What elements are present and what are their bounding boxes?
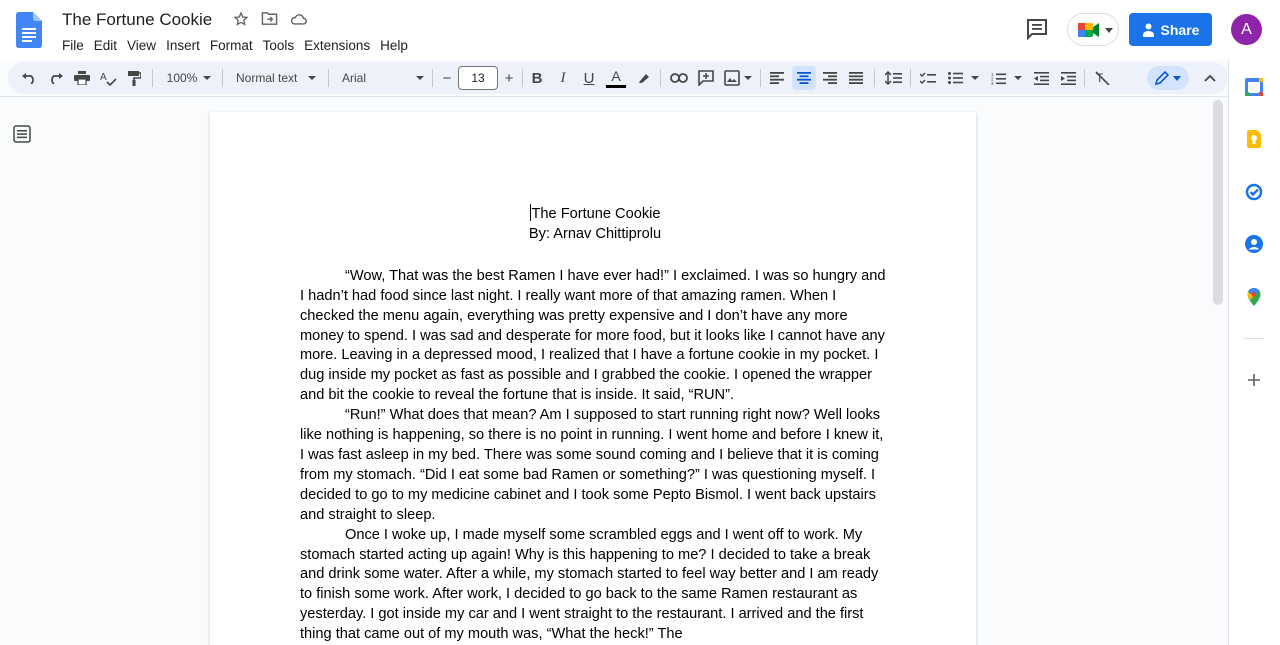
clear-formatting-icon[interactable]: T	[1091, 66, 1113, 90]
menu-format[interactable]: Format	[205, 37, 258, 55]
paragraph: “Wow, That was the best Ramen I have eve…	[300, 267, 886, 404]
chevron-down-icon	[970, 76, 979, 80]
meet-button[interactable]	[1067, 13, 1119, 46]
text-color-icon[interactable]: A	[604, 66, 628, 90]
paragraph-style-select[interactable]: Normal text	[230, 66, 322, 90]
cloud-saved-icon[interactable]	[290, 10, 307, 27]
share-button[interactable]: Share	[1129, 13, 1212, 46]
toolbar-bottom-border	[0, 96, 1228, 97]
contacts-icon[interactable]	[1245, 235, 1263, 253]
svg-text:3: 3	[991, 81, 994, 85]
document-outline-icon[interactable]	[13, 125, 31, 143]
decrease-indent-icon[interactable]	[1030, 66, 1052, 90]
menu-bar: File Edit View Insert Format Tools Exten…	[62, 37, 413, 55]
chevron-down-icon	[416, 76, 424, 80]
maps-icon[interactable]	[1245, 288, 1263, 306]
side-panel-divider	[1244, 338, 1264, 339]
justify-icon[interactable]	[845, 66, 867, 90]
menu-help[interactable]: Help	[375, 37, 413, 55]
svg-text:A: A	[100, 72, 107, 83]
chevron-down-icon	[1013, 76, 1022, 80]
paint-format-icon[interactable]	[123, 66, 145, 90]
text-cursor	[529, 204, 531, 221]
underline-icon[interactable]: U	[578, 66, 600, 90]
docs-logo-icon[interactable]	[16, 12, 42, 48]
align-left-icon[interactable]	[766, 66, 788, 90]
vertical-scrollbar[interactable]	[1213, 100, 1223, 305]
zoom-select[interactable]: 100%	[160, 66, 218, 90]
numbered-list-icon[interactable]: 123	[988, 66, 1024, 90]
account-avatar[interactable]: A	[1231, 14, 1262, 45]
menu-insert[interactable]: Insert	[161, 37, 205, 55]
chevron-down-icon	[744, 76, 752, 80]
chevron-down-icon	[308, 76, 316, 80]
move-folder-icon[interactable]	[261, 10, 278, 27]
toolbar-divider	[152, 69, 153, 87]
menu-extensions[interactable]: Extensions	[299, 37, 375, 55]
menu-edit[interactable]: Edit	[89, 37, 122, 55]
link-icon[interactable]	[668, 66, 690, 90]
toolbar-divider	[910, 69, 911, 87]
checklist-icon[interactable]	[917, 66, 939, 90]
toolbar-divider	[874, 69, 875, 87]
toolbar-divider	[222, 69, 223, 87]
document-title[interactable]: The Fortune Cookie	[62, 10, 212, 30]
story-author: By: Arnav Chittiprolu	[528, 225, 662, 242]
story-title: The Fortune Cookie	[529, 204, 661, 222]
toolbar-divider	[760, 69, 761, 87]
person-add-icon	[1142, 23, 1154, 37]
toolbar-divider	[1084, 69, 1085, 87]
italic-icon[interactable]: I	[552, 66, 574, 90]
decrease-font-size-button[interactable]: −	[437, 66, 457, 90]
font-size-input[interactable]: 13	[458, 66, 498, 90]
document-body[interactable]: The Fortune Cookie By: Arnav Chittiprolu…	[300, 204, 890, 645]
add-comment-icon[interactable]	[695, 66, 717, 90]
print-icon[interactable]	[71, 66, 93, 90]
spellcheck-icon[interactable]: A	[97, 66, 119, 90]
toolbar-divider	[432, 69, 433, 87]
keep-icon[interactable]	[1245, 130, 1263, 148]
font-select[interactable]: Arial	[336, 66, 430, 90]
align-right-icon[interactable]	[819, 66, 841, 90]
menu-file[interactable]: File	[62, 37, 89, 55]
redo-icon[interactable]	[45, 66, 67, 90]
highlight-icon[interactable]	[633, 66, 655, 90]
undo-icon[interactable]	[18, 66, 40, 90]
star-icon[interactable]	[232, 10, 249, 27]
tasks-icon[interactable]	[1245, 183, 1263, 201]
chevron-down-icon	[1105, 28, 1113, 33]
increase-font-size-button[interactable]: +	[499, 66, 519, 90]
document-page[interactable]: The Fortune Cookie By: Arnav Chittiprolu…	[210, 112, 976, 645]
calendar-icon[interactable]	[1245, 78, 1263, 96]
editing-mode-button[interactable]	[1147, 66, 1189, 90]
toolbar-divider	[328, 69, 329, 87]
toolbar-divider	[660, 69, 661, 87]
line-spacing-icon[interactable]	[882, 66, 904, 90]
chevron-up-icon[interactable]	[1199, 66, 1221, 90]
meet-icon	[1078, 23, 1099, 37]
menu-tools[interactable]: Tools	[258, 37, 300, 55]
chevron-down-icon	[1173, 75, 1181, 81]
increase-indent-icon[interactable]	[1057, 66, 1079, 90]
paragraph: Once I woke up, I made myself some scram…	[300, 526, 879, 643]
insert-image-icon[interactable]	[721, 66, 755, 90]
align-center-icon[interactable]	[792, 66, 816, 90]
google-docs-window: The Fortune Cookie File Edit View Insert…	[0, 0, 1280, 645]
menu-view[interactable]: View	[122, 37, 161, 55]
title-bar: The Fortune Cookie File Edit View Insert…	[0, 0, 1280, 60]
bold-icon[interactable]: B	[526, 66, 548, 90]
bulleted-list-icon[interactable]	[945, 66, 981, 90]
comment-history-icon[interactable]	[1025, 18, 1049, 40]
pencil-icon	[1155, 71, 1169, 85]
add-addon-icon[interactable]	[1245, 371, 1263, 389]
paragraph: “Run!” What does that mean? Am I suppose…	[300, 407, 884, 523]
chevron-down-icon	[203, 76, 212, 80]
toolbar-divider	[522, 69, 523, 87]
